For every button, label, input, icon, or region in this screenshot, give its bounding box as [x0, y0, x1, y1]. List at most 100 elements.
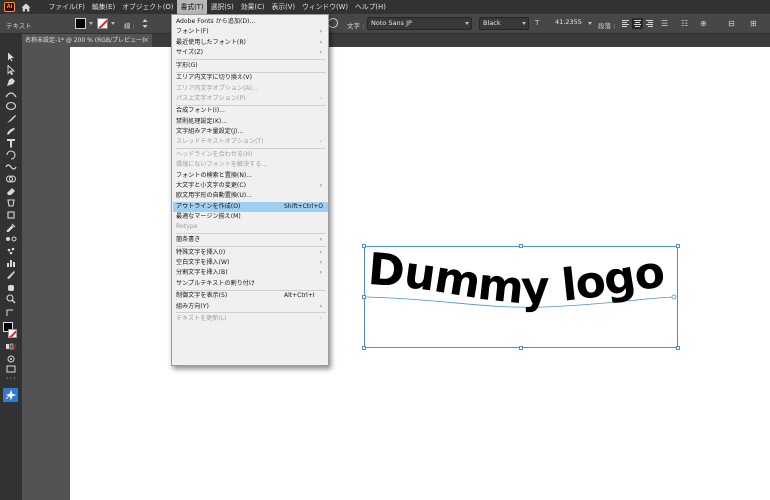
- type-menu-item[interactable]: 最適なマージン揃え(M): [173, 212, 328, 222]
- menu-item[interactable]: ファイル(F): [45, 0, 88, 14]
- type-menu-item[interactable]: 特殊文字を挿入(I) ›: [173, 248, 328, 258]
- type-menu-item-label: 分割文字を挿入(B): [176, 269, 228, 277]
- type-menu-item[interactable]: 合成フォント(I)...: [173, 106, 328, 116]
- type-menu-item[interactable]: 禁則処理設定(K)...: [173, 117, 328, 127]
- shape-builder-tool-icon[interactable]: [5, 174, 17, 184]
- type-menu-item[interactable]: サンプルテキストの割り付け: [173, 279, 328, 289]
- stroke-color-swatch[interactable]: [97, 18, 108, 29]
- menu-item[interactable]: 選択(S): [207, 0, 237, 14]
- type-tool-icon[interactable]: [5, 138, 17, 148]
- font-size-icon: T: [535, 19, 540, 27]
- active-tool-icon[interactable]: [3, 388, 18, 402]
- align-right-button[interactable]: [644, 18, 655, 29]
- ellipse-tool-icon[interactable]: [5, 101, 17, 111]
- close-icon[interactable]: ×: [143, 34, 149, 47]
- type-menu-item[interactable]: 空白文字を挿入(W) ›: [173, 258, 328, 268]
- type-menu-item[interactable]: 組み方向(Y) ›: [173, 302, 328, 312]
- curvature-tool-icon[interactable]: [5, 89, 17, 99]
- resize-handle[interactable]: [362, 244, 366, 248]
- warp-tool-icon[interactable]: [5, 162, 17, 172]
- more-tools-icon[interactable]: ···: [6, 374, 17, 383]
- align-left-button[interactable]: [620, 18, 631, 29]
- zoom-tool-icon[interactable]: [5, 294, 17, 304]
- color-mode-icon[interactable]: [5, 342, 17, 352]
- character-label[interactable]: 文字 :: [347, 20, 364, 30]
- selection-tool-icon[interactable]: [5, 52, 17, 62]
- live-paint-tool-icon[interactable]: [5, 198, 17, 208]
- eraser-tool-icon[interactable]: [5, 186, 17, 196]
- blob-brush-tool-icon[interactable]: [5, 126, 17, 136]
- toolbar-stroke-swatch[interactable]: [8, 329, 17, 338]
- type-menu-item[interactable]: 箇条書き ›: [173, 235, 328, 245]
- menu-shortcut: Alt+Ctrl+I: [284, 292, 315, 300]
- type-menu-item-label: アウトラインを作成(O): [176, 202, 241, 210]
- chevron-down-icon[interactable]: [89, 22, 93, 25]
- type-menu-item[interactable]: 最近使用したフォント(R) ›: [173, 38, 328, 48]
- slice-tool-icon[interactable]: [5, 270, 17, 280]
- swap-fill-stroke-icon[interactable]: [5, 308, 17, 318]
- chevron-down-icon[interactable]: [111, 22, 115, 25]
- type-menu-item[interactable]: 分割文字を挿入(B) ›: [173, 268, 328, 278]
- align-objects-icon[interactable]: ⊟: [728, 18, 740, 29]
- align-center-button[interactable]: [632, 18, 643, 29]
- menu-item[interactable]: 効果(C): [237, 0, 268, 14]
- type-menu-item[interactable]: サイズ(Z) ›: [173, 48, 328, 58]
- menu-item[interactable]: 表示(V): [268, 0, 299, 14]
- menu-item[interactable]: ヘルプ(H): [352, 0, 390, 14]
- type-menu-item[interactable]: エリア内文字に切り換え(V): [173, 73, 328, 83]
- resize-handle[interactable]: [519, 346, 523, 350]
- chevron-down-icon[interactable]: [522, 22, 526, 25]
- rotate-tool-icon[interactable]: [5, 150, 17, 160]
- resize-handle[interactable]: [676, 244, 680, 248]
- fill-color-swatch[interactable]: [75, 18, 86, 29]
- pen-tool-icon[interactable]: [5, 77, 17, 87]
- type-menu-item[interactable]: 欧文用字形の自動置換(U)...: [173, 191, 328, 201]
- screen-mode-icon[interactable]: [5, 364, 17, 374]
- chevron-down-icon[interactable]: [588, 22, 592, 25]
- font-size-field[interactable]: 41.2355: [552, 17, 592, 30]
- paintbrush-tool-icon[interactable]: [5, 114, 17, 124]
- eyedropper-tool-icon[interactable]: [5, 222, 17, 232]
- resize-handle[interactable]: [676, 346, 680, 350]
- type-menu-item[interactable]: 字形(G): [173, 61, 328, 71]
- graph-tool-icon[interactable]: [5, 258, 17, 268]
- submenu-arrow-icon: ›: [319, 138, 322, 146]
- type-menu-item[interactable]: フォント(F) ›: [173, 27, 328, 37]
- artboard-tool-icon[interactable]: [5, 210, 17, 220]
- type-menu-item-label: フォント(F): [176, 28, 209, 36]
- document-tab[interactable]: 名称未設定-1* @ 200 % (RGB/プレビュー): [22, 34, 152, 47]
- resize-handle[interactable]: [519, 244, 523, 248]
- paragraph-label[interactable]: 段落 :: [598, 20, 615, 30]
- blend-tool-icon[interactable]: [5, 234, 17, 244]
- type-menu-item-label: 禁則処理設定(K)...: [176, 117, 228, 125]
- transform-icon[interactable]: ⊞: [750, 18, 762, 29]
- globe-icon[interactable]: ⊕: [700, 18, 712, 29]
- type-menu-item-label: Retype: [176, 223, 198, 231]
- resize-handle[interactable]: [362, 295, 366, 299]
- type-menu-item[interactable]: 文字組みアキ量設定(J)...: [173, 127, 328, 137]
- bullets-icon[interactable]: ☰: [661, 18, 673, 29]
- type-menu-item[interactable]: アウトラインを作成(O) Shift+Ctrl+O: [173, 201, 328, 212]
- recolor-icon[interactable]: [328, 18, 338, 28]
- type-menu-item[interactable]: Adobe Fonts から追加(D)...: [173, 17, 328, 27]
- submenu-arrow-icon: ›: [319, 315, 322, 323]
- draw-mode-icon[interactable]: [5, 354, 17, 364]
- direct-selection-tool-icon[interactable]: [5, 65, 17, 75]
- type-menu-item[interactable]: フォントの検索と置換(N)...: [173, 171, 328, 181]
- home-icon[interactable]: [21, 3, 31, 12]
- type-menu-item[interactable]: 制御文字を表示(S) Alt+Ctrl+I: [173, 291, 328, 301]
- hand-tool-icon[interactable]: [5, 282, 17, 292]
- menu-item[interactable]: 書式(T): [177, 0, 208, 14]
- type-menu-item[interactable]: 大文字と小文字の変更(C) ›: [173, 181, 328, 191]
- pasteboard[interactable]: [22, 47, 70, 500]
- stroke-weight-stepper[interactable]: [142, 18, 148, 29]
- text-bounding-box[interactable]: [364, 246, 678, 348]
- numbering-icon[interactable]: ☷: [681, 18, 693, 29]
- menu-item[interactable]: ウィンドウ(W): [299, 0, 352, 14]
- menu-item[interactable]: 編集(E): [88, 0, 118, 14]
- chevron-down-icon[interactable]: [465, 22, 469, 25]
- font-family-select[interactable]: Noto Sans JP: [367, 17, 472, 30]
- resize-handle[interactable]: [362, 346, 366, 350]
- symbol-sprayer-tool-icon[interactable]: [5, 246, 17, 256]
- menu-item[interactable]: オブジェクト(O): [119, 0, 177, 14]
